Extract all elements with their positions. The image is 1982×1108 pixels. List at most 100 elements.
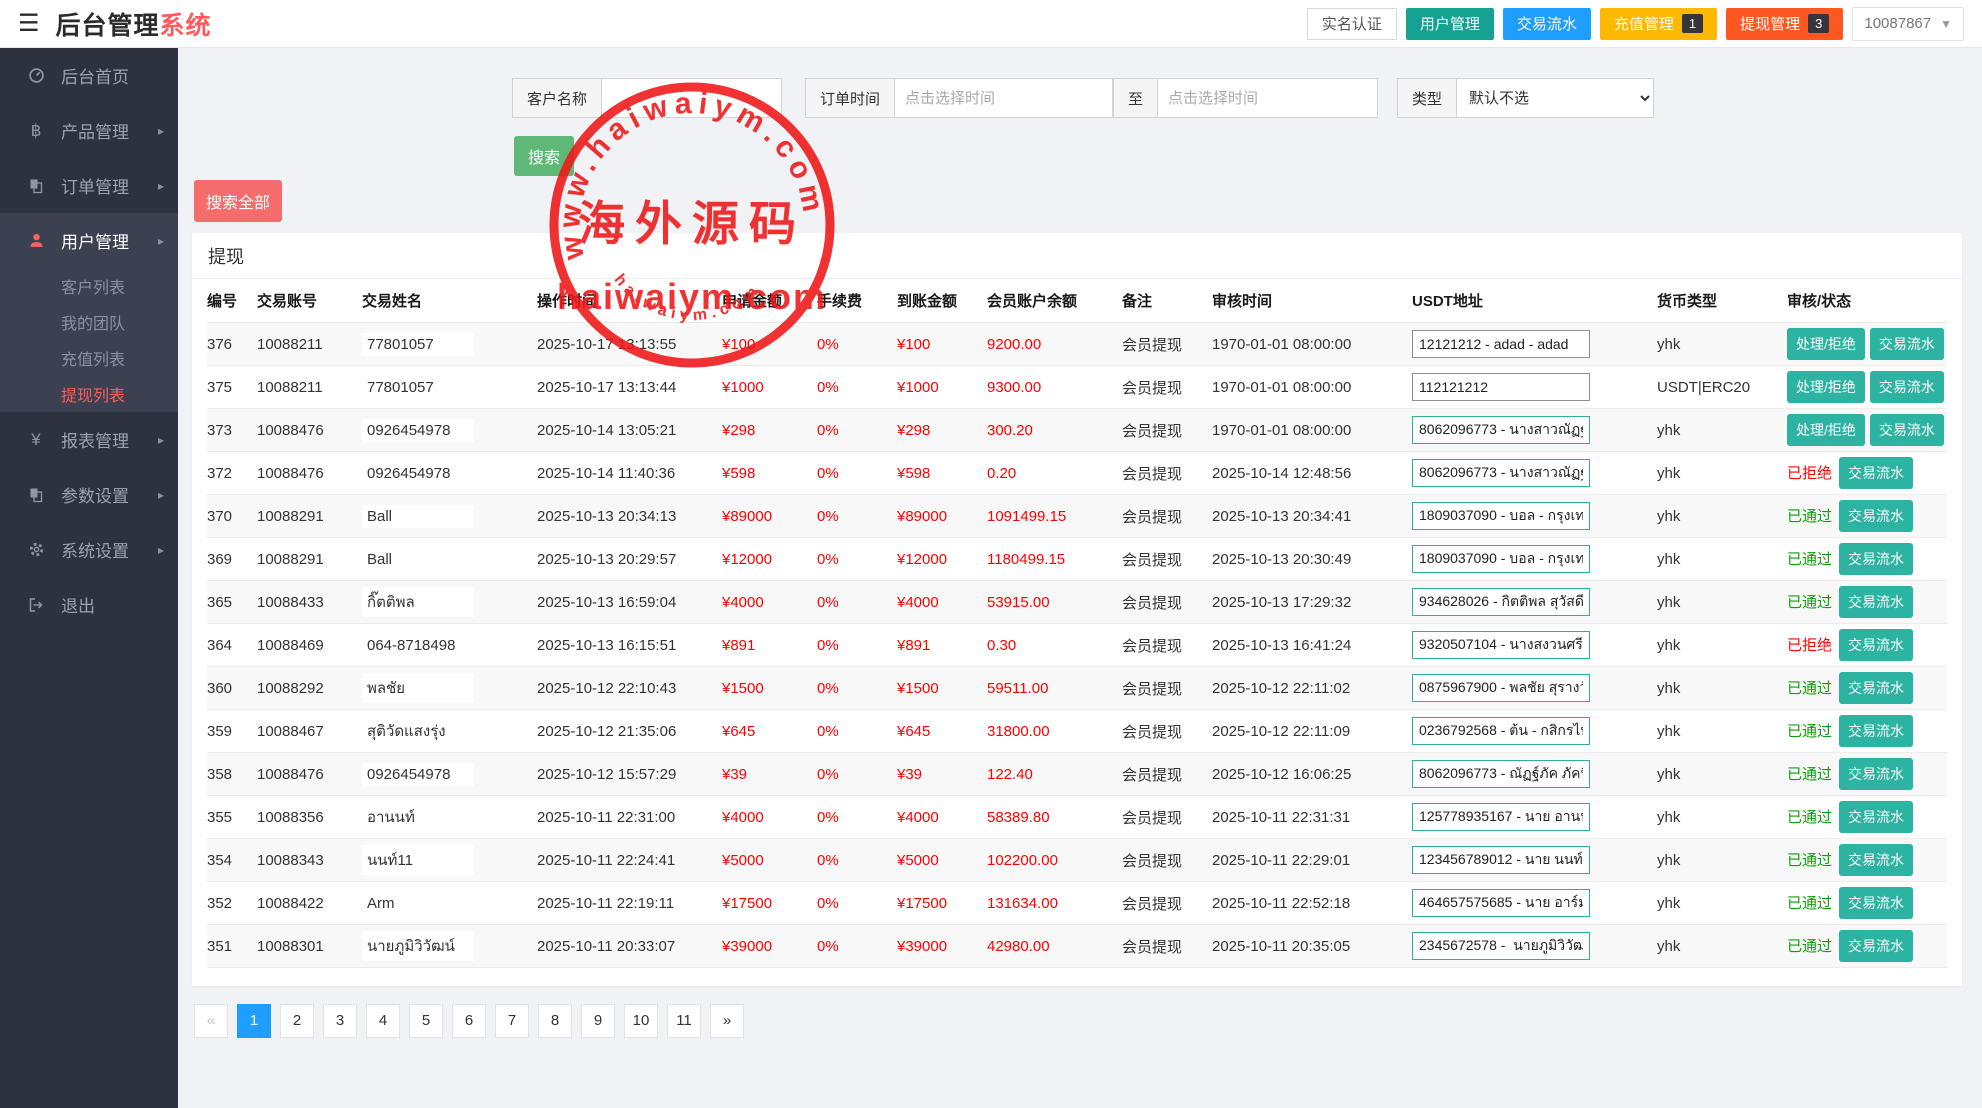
usdt-address-input[interactable] bbox=[1412, 545, 1590, 573]
transaction-flow-button[interactable]: 交易流水 bbox=[1839, 758, 1913, 790]
transaction-flow-button[interactable]: 交易流水 bbox=[1839, 586, 1913, 618]
sidebar-item-orders[interactable]: 订单管理 ▸ bbox=[0, 158, 178, 213]
cell-arrive-amount: ¥4000 bbox=[897, 581, 987, 624]
name-field[interactable]: Ball bbox=[362, 548, 474, 571]
transaction-flow-button[interactable]: 交易流水 bbox=[1839, 672, 1913, 704]
user-manage-button[interactable]: 用户管理 bbox=[1406, 8, 1494, 40]
transaction-flow-button[interactable]: 交易流水 bbox=[1839, 844, 1913, 876]
sidebar-item-logout[interactable]: 退出 bbox=[0, 577, 178, 632]
page-item[interactable]: 4 bbox=[366, 1004, 400, 1038]
name-field[interactable]: 0926454978 bbox=[362, 419, 474, 442]
transaction-flow-button[interactable]: 交易流水 bbox=[1870, 414, 1944, 446]
transaction-flow-button[interactable]: 交易流水 bbox=[1839, 500, 1913, 532]
account-dropdown[interactable]: 10087867 ▼ bbox=[1852, 7, 1964, 41]
page-item[interactable]: 11 bbox=[667, 1004, 701, 1038]
page-item[interactable]: 2 bbox=[280, 1004, 314, 1038]
cell-remark: 会员提现 bbox=[1122, 538, 1212, 581]
name-field[interactable]: สุติวัดแสงรุ่ง bbox=[362, 716, 474, 746]
cell-status: 已通过交易流水 bbox=[1787, 581, 1947, 624]
page-item[interactable]: 8 bbox=[538, 1004, 572, 1038]
usdt-address-input[interactable] bbox=[1412, 588, 1590, 616]
sidebar-subitem-recharge-list[interactable]: 充值列表 bbox=[0, 340, 178, 376]
sidebar-subitem-customer-list[interactable]: 客户列表 bbox=[0, 268, 178, 304]
page-item[interactable]: 3 bbox=[323, 1004, 357, 1038]
cell-op-time: 2025-10-11 20:33:07 bbox=[537, 925, 722, 968]
usdt-address-input[interactable] bbox=[1412, 889, 1590, 917]
usdt-address-input[interactable] bbox=[1412, 502, 1590, 530]
sidebar-item-parameters[interactable]: 参数设置 ▸ bbox=[0, 467, 178, 522]
usdt-address-input[interactable] bbox=[1412, 932, 1590, 960]
usdt-address-input[interactable] bbox=[1412, 717, 1590, 745]
withdraw-table-body: 376 10088211 77801057 2025-10-17 13:13:5… bbox=[207, 323, 1947, 968]
usdt-address-input[interactable] bbox=[1412, 803, 1590, 831]
page-item[interactable]: 5 bbox=[409, 1004, 443, 1038]
transaction-flow-button[interactable]: 交易流水 bbox=[1839, 715, 1913, 747]
name-field[interactable]: 0926454978 bbox=[362, 763, 474, 786]
transaction-flow-button[interactable]: 交易流水 bbox=[1870, 328, 1944, 360]
handle-reject-button[interactable]: 处理/拒绝 bbox=[1787, 371, 1865, 403]
usdt-address-input[interactable] bbox=[1412, 846, 1590, 874]
app-title: 后台管理系统 bbox=[56, 6, 212, 42]
page-item[interactable]: « bbox=[194, 1004, 228, 1038]
name-field[interactable]: นนท์11 bbox=[362, 845, 474, 875]
realname-auth-button[interactable]: 实名认证 bbox=[1307, 8, 1397, 40]
transaction-flow-button[interactable]: 交易流水 bbox=[1839, 801, 1913, 833]
end-time-input[interactable] bbox=[1157, 78, 1378, 118]
recharge-manage-button[interactable]: 充值管理 1 bbox=[1600, 8, 1717, 40]
sidebar-item-reports[interactable]: ¥ 报表管理 ▸ bbox=[0, 412, 178, 467]
usdt-address-input[interactable] bbox=[1412, 416, 1590, 444]
name-field[interactable]: 0926454978 bbox=[362, 462, 474, 485]
usdt-address-input[interactable] bbox=[1412, 330, 1590, 358]
cell-usdt-address bbox=[1412, 753, 1657, 796]
menu-toggle-icon[interactable]: ☰ bbox=[18, 12, 40, 36]
transaction-flow-button[interactable]: 交易流水 bbox=[1839, 629, 1913, 661]
customer-name-input[interactable] bbox=[601, 78, 782, 118]
name-field[interactable]: นายภูมิวิวัฒน์ bbox=[362, 931, 474, 961]
table-header-row: 编号 交易账号 交易姓名 操作时间 申请金额 手续费 到账金额 会员账户余额 备… bbox=[207, 279, 1947, 323]
handle-reject-button[interactable]: 处理/拒绝 bbox=[1787, 414, 1865, 446]
name-field[interactable]: Ball bbox=[362, 505, 474, 528]
cell-fee: 0% bbox=[817, 882, 897, 925]
usdt-address-input[interactable] bbox=[1412, 631, 1590, 659]
page-item[interactable]: » bbox=[710, 1004, 744, 1038]
cell-op-time: 2025-10-14 11:40:36 bbox=[537, 452, 722, 495]
usdt-address-input[interactable] bbox=[1412, 674, 1590, 702]
cell-name: 0926454978 bbox=[362, 409, 537, 452]
sidebar-item-system-settings[interactable]: 系统设置 ▸ bbox=[0, 522, 178, 577]
transaction-flow-button[interactable]: 交易流水 bbox=[1870, 371, 1944, 403]
sidebar-item-dashboard[interactable]: 后台首页 bbox=[0, 48, 178, 103]
type-select[interactable]: 默认不选 bbox=[1456, 78, 1654, 118]
transaction-flow-button[interactable]: 交易流水 bbox=[1839, 887, 1913, 919]
search-button[interactable]: 搜索 bbox=[514, 136, 574, 176]
cell-usdt-address bbox=[1412, 409, 1657, 452]
page-item[interactable]: 10 bbox=[624, 1004, 658, 1038]
transaction-flow-button[interactable]: 交易流水 bbox=[1839, 457, 1913, 489]
start-time-input[interactable] bbox=[894, 78, 1113, 118]
name-field[interactable]: Arm bbox=[362, 892, 474, 915]
page-item[interactable]: 9 bbox=[581, 1004, 615, 1038]
page-item[interactable]: 7 bbox=[495, 1004, 529, 1038]
sidebar-subitem-withdraw-list[interactable]: 提现列表 bbox=[0, 376, 178, 412]
name-field[interactable]: 064-8718498 bbox=[362, 634, 474, 657]
page-item[interactable]: 6 bbox=[452, 1004, 486, 1038]
name-field[interactable]: พลชัย bbox=[362, 673, 474, 703]
name-field[interactable]: อานนท์ bbox=[362, 802, 474, 832]
withdraw-manage-button[interactable]: 提现管理 3 bbox=[1726, 8, 1843, 40]
col-header-id: 编号 bbox=[207, 279, 257, 323]
sidebar-item-users[interactable]: 用户管理 ▸ bbox=[0, 213, 178, 268]
transaction-flow-button[interactable]: 交易流水 bbox=[1839, 930, 1913, 962]
sidebar-subitem-my-team[interactable]: 我的团队 bbox=[0, 304, 178, 340]
page-item[interactable]: 1 bbox=[237, 1004, 271, 1038]
usdt-address-input[interactable] bbox=[1412, 373, 1590, 401]
sidebar-item-products[interactable]: ฿ 产品管理 ▸ bbox=[0, 103, 178, 158]
usdt-address-input[interactable] bbox=[1412, 459, 1590, 487]
search-all-button[interactable]: 搜索全部 bbox=[194, 180, 282, 222]
name-field[interactable]: 77801057 bbox=[362, 376, 474, 399]
usdt-address-input[interactable] bbox=[1412, 760, 1590, 788]
transaction-flow-button[interactable]: 交易流水 bbox=[1839, 543, 1913, 575]
transaction-flow-nav-button[interactable]: 交易流水 bbox=[1503, 8, 1591, 40]
name-field[interactable]: กิ๊ตติพล bbox=[362, 587, 474, 617]
handle-reject-button[interactable]: 处理/拒绝 bbox=[1787, 328, 1865, 360]
status-text: 已通过 bbox=[1787, 508, 1832, 525]
name-field[interactable]: 77801057 bbox=[362, 333, 474, 356]
